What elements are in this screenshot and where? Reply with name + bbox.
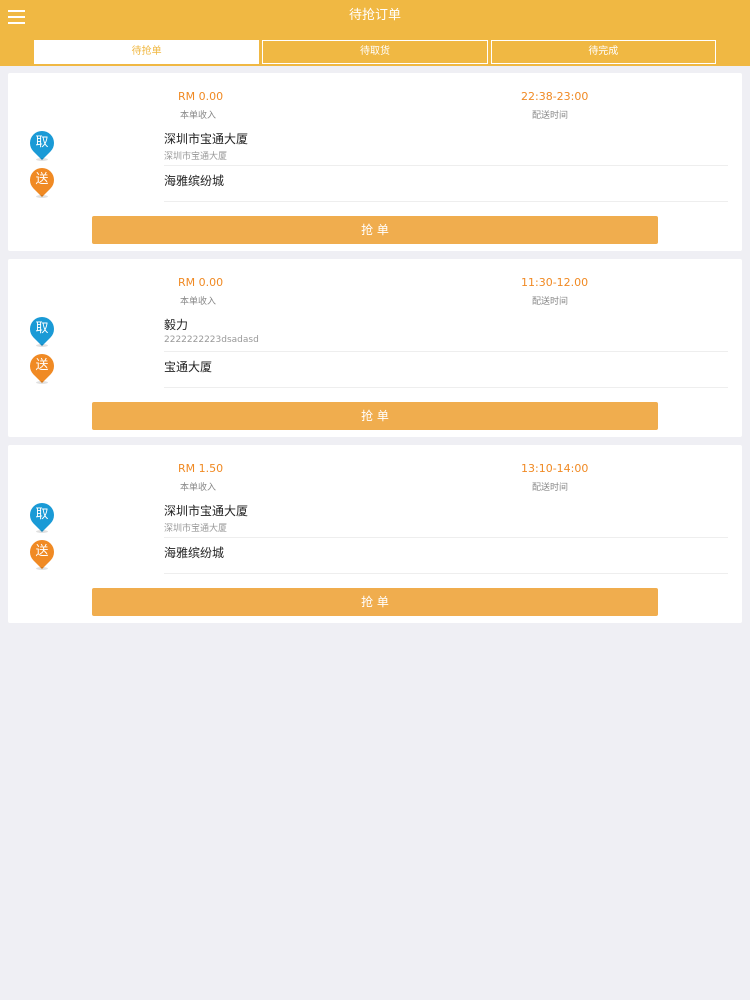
dropoff-pin-label: 送	[35, 544, 49, 559]
pickup-address: 2222222223dsadasd	[164, 335, 259, 345]
pickup-pin-label: 取	[35, 135, 49, 150]
pin-shadow	[36, 530, 48, 533]
grab-order-button[interactable]: 抢 单	[92, 588, 658, 616]
divider	[164, 165, 728, 166]
divider	[164, 573, 728, 574]
pickup-pin-label: 取	[35, 321, 49, 336]
pickup-pin-icon: 取	[25, 126, 59, 161]
pin-shadow	[36, 567, 48, 570]
order-income: RM 0.00	[178, 276, 224, 289]
dropoff-pin-icon: 送	[25, 535, 59, 570]
pickup-address: 深圳市宝通大厦	[164, 524, 228, 534]
dropoff-pin-label: 送	[35, 358, 49, 373]
divider	[164, 201, 728, 202]
order-income-label: 本单收入	[180, 111, 217, 121]
tab-waiting-complete[interactable]: 待完成	[490, 40, 716, 64]
pickup-pin-icon: 取	[25, 312, 59, 347]
tab-waiting-grab[interactable]: 待抢单	[34, 40, 260, 64]
pin-shadow	[36, 381, 48, 384]
order-income-label: 本单收入	[180, 483, 217, 493]
pin-shadow	[36, 158, 48, 161]
pickup-name: 深圳市宝通大厦	[164, 504, 249, 518]
order-income: RM 0.00	[178, 90, 224, 103]
divider	[164, 351, 728, 352]
divider	[164, 387, 728, 388]
dropoff-name: 海雅缤纷城	[164, 546, 225, 560]
order-card: RM 0.00 本单收入 11:30-12.00 配送时间 取 送 毅力 222…	[8, 259, 742, 437]
page-title: 待抢订单	[348, 8, 401, 23]
delivery-time: 11:30-12.00	[521, 276, 589, 289]
order-card: RM 1.50 本单收入 13:10-14:00 配送时间 取 送 深圳市宝通大…	[8, 445, 742, 623]
order-tabs: 待抢单 待取货 待完成	[34, 40, 716, 64]
divider	[164, 537, 728, 538]
order-card: RM 0.00 本单收入 22:38-23:00 配送时间 取 送 深圳市宝通大…	[8, 73, 742, 251]
dropoff-pin-label: 送	[35, 172, 49, 187]
pin-shadow	[36, 344, 48, 347]
dropoff-name: 海雅缤纷城	[164, 174, 225, 188]
dropoff-pin-icon: 送	[25, 163, 59, 198]
pickup-name: 深圳市宝通大厦	[164, 132, 249, 146]
dropoff-name: 宝通大厦	[164, 360, 213, 374]
tab-waiting-pickup[interactable]: 待取货	[262, 40, 488, 64]
delivery-time: 22:38-23:00	[521, 90, 589, 103]
delivery-time: 13:10-14:00	[521, 462, 589, 475]
delivery-time-label: 配送时间	[532, 111, 569, 121]
dropoff-pin-icon: 送	[25, 349, 59, 384]
grab-order-button[interactable]: 抢 单	[92, 402, 658, 430]
pickup-name: 毅力	[164, 318, 189, 332]
pickup-address: 深圳市宝通大厦	[164, 152, 228, 162]
grab-order-button[interactable]: 抢 单	[92, 216, 658, 244]
pin-shadow	[36, 195, 48, 198]
pickup-pin-label: 取	[35, 507, 49, 522]
app-header: 待抢订单 待抢单 待取货 待完成	[0, 0, 750, 66]
order-income-label: 本单收入	[180, 297, 217, 307]
delivery-time-label: 配送时间	[532, 483, 569, 493]
pickup-pin-icon: 取	[25, 498, 59, 533]
order-income: RM 1.50	[178, 462, 224, 475]
delivery-time-label: 配送时间	[532, 297, 569, 307]
